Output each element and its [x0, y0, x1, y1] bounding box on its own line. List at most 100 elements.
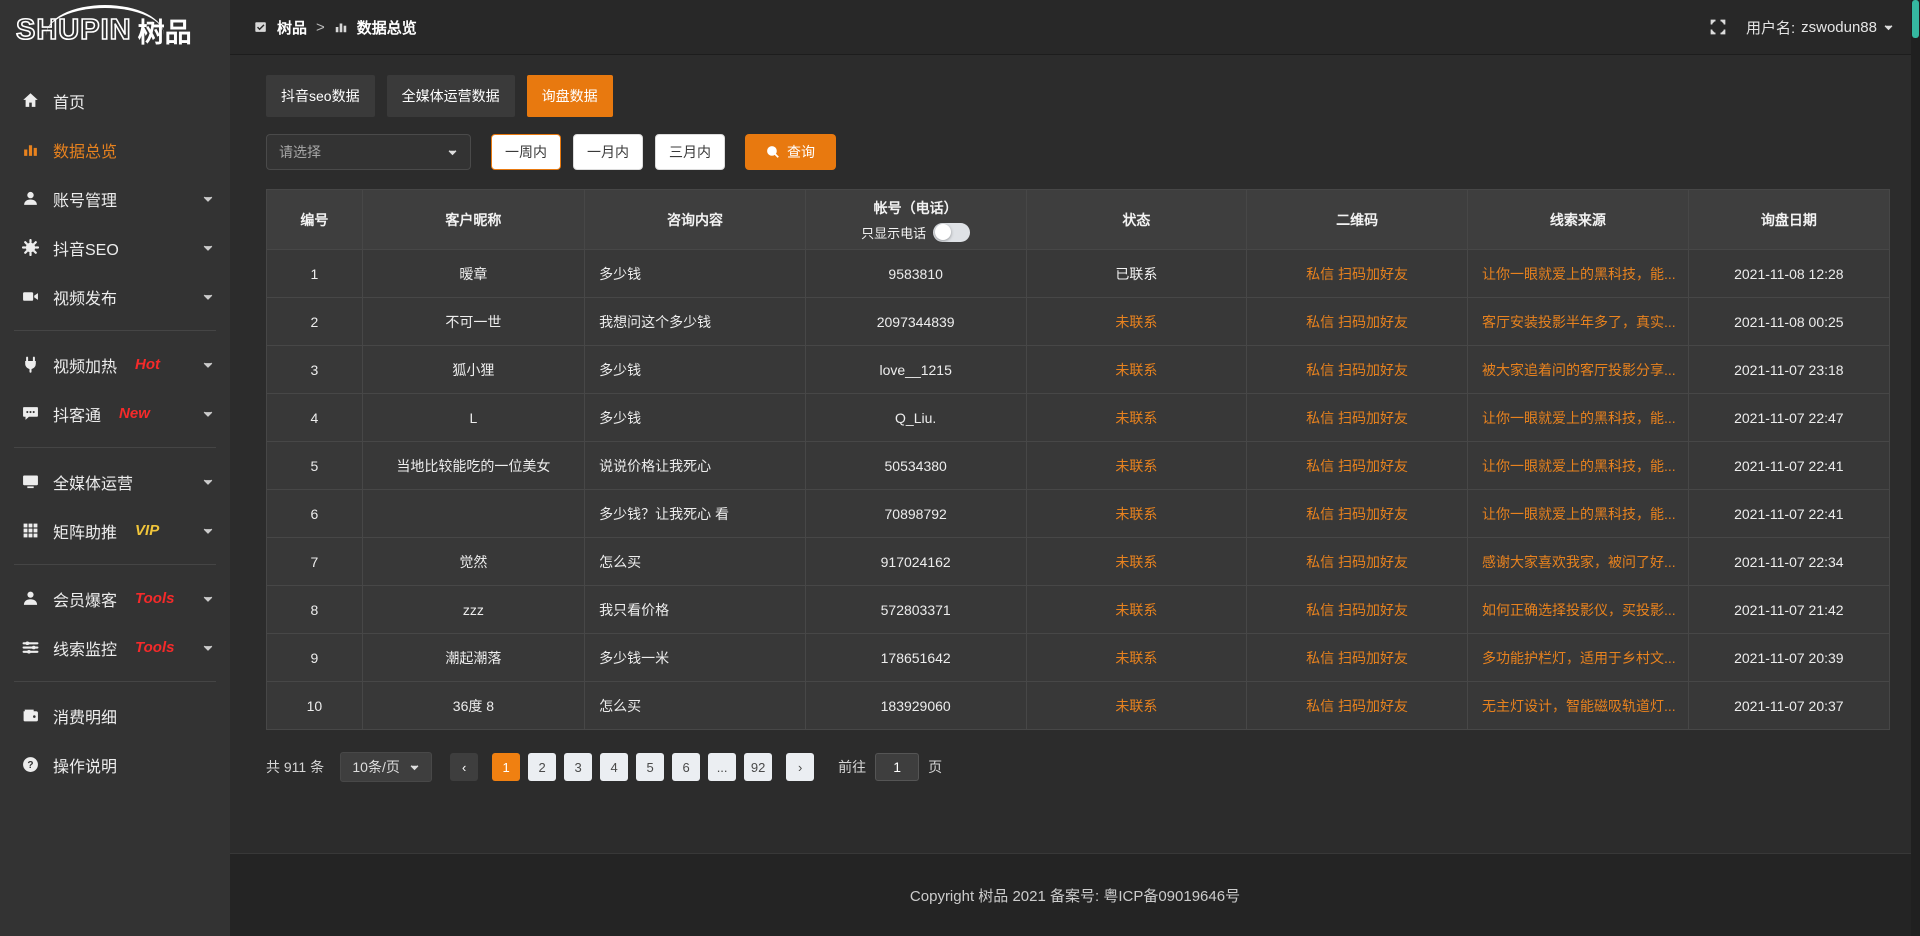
- menu-item-badge: Tools: [135, 639, 174, 656]
- goto-page-input[interactable]: [875, 753, 919, 781]
- cell-source: 多功能护栏灯，适用于乡村文...: [1467, 634, 1688, 682]
- cell-source: 让你一眼就爱上的黑科技，能...: [1467, 394, 1688, 442]
- col-header-5: 二维码: [1247, 190, 1468, 250]
- filter-select-value: 请选择: [279, 142, 321, 162]
- cell-date: 2021-11-07 22:47: [1688, 394, 1889, 442]
- sidebar-item-douyin-seo[interactable]: 抖音SEO: [0, 223, 230, 272]
- range-button-2[interactable]: 三月内: [655, 134, 725, 170]
- source-link[interactable]: 客厅安装投影半年多了，真实...: [1482, 314, 1676, 330]
- table-row: 4L多少钱Q_Liu.未联系私信 扫码加好友让你一眼就爱上的黑科技，能...20…: [267, 394, 1890, 442]
- tab-0[interactable]: 抖音seo数据: [266, 75, 375, 117]
- qrcode-link[interactable]: 私信 扫码加好友: [1306, 554, 1408, 570]
- source-link[interactable]: 无主灯设计，智能磁吸轨道灯...: [1482, 698, 1676, 714]
- page-button-1[interactable]: 1: [492, 753, 520, 781]
- qrcode-link[interactable]: 私信 扫码加好友: [1306, 506, 1408, 522]
- qrcode-link[interactable]: 私信 扫码加好友: [1306, 458, 1408, 474]
- breadcrumb-root-icon: [254, 20, 268, 34]
- source-link[interactable]: 让你一眼就爱上的黑科技，能...: [1482, 266, 1676, 282]
- chevron-down-icon: [202, 642, 214, 654]
- page-ellipsis[interactable]: ...: [708, 753, 736, 781]
- cell-nickname: 狐小狸: [362, 346, 584, 394]
- qrcode-link[interactable]: 私信 扫码加好友: [1306, 266, 1408, 282]
- cell-no: 4: [267, 394, 363, 442]
- qrcode-link[interactable]: 私信 扫码加好友: [1306, 650, 1408, 666]
- page-button-92[interactable]: 92: [744, 753, 772, 781]
- sidebar-item-media-operation[interactable]: 全媒体运营: [0, 457, 230, 506]
- cell-account: Q_Liu.: [805, 394, 1026, 442]
- cell-source: 让你一眼就爱上的黑科技，能...: [1467, 490, 1688, 538]
- cell-date: 2021-11-07 20:39: [1688, 634, 1889, 682]
- source-link[interactable]: 多功能护栏灯，适用于乡村文...: [1482, 650, 1676, 666]
- next-page-button[interactable]: ›: [786, 753, 814, 781]
- source-link[interactable]: 让你一眼就爱上的黑科技，能...: [1482, 506, 1676, 522]
- tab-2[interactable]: 询盘数据: [527, 75, 613, 117]
- breadcrumb-root[interactable]: 树品: [277, 17, 307, 38]
- range-button-1[interactable]: 一月内: [573, 134, 643, 170]
- tab-1[interactable]: 全媒体运营数据: [387, 75, 515, 117]
- fullscreen-icon[interactable]: [1710, 19, 1726, 35]
- prev-page-button[interactable]: ‹: [450, 753, 478, 781]
- person-icon: [22, 590, 39, 607]
- phone-only-toggle[interactable]: [933, 223, 970, 242]
- page-size-select[interactable]: 10条/页: [340, 752, 432, 782]
- cell-nickname: [362, 490, 584, 538]
- chevron-down-icon: [202, 408, 214, 420]
- chevron-down-icon: [409, 762, 420, 773]
- user-icon: [22, 190, 39, 207]
- source-link[interactable]: 感谢大家喜欢我家，被问了好...: [1482, 554, 1676, 570]
- cell-account: 70898792: [805, 490, 1026, 538]
- col-header-6: 线索来源: [1467, 190, 1688, 250]
- sidebar-item-video-publish[interactable]: 视频发布: [0, 272, 230, 321]
- scrollbar-thumb[interactable]: [1912, 0, 1919, 38]
- page-button-4[interactable]: 4: [600, 753, 628, 781]
- status-badge: 未联系: [1026, 442, 1247, 490]
- source-link[interactable]: 被大家追着问的客厅投影分享...: [1482, 362, 1676, 378]
- cell-account: 572803371: [805, 586, 1026, 634]
- sidebar-item-matrix-boost[interactable]: 矩阵助推VIP: [0, 506, 230, 555]
- page-button-5[interactable]: 5: [636, 753, 664, 781]
- user-dropdown[interactable]: 用户名: zswodun88: [1746, 17, 1894, 38]
- source-link[interactable]: 让你一眼就爱上的黑科技，能...: [1482, 410, 1676, 426]
- cell-qrcode: 私信 扫码加好友: [1247, 682, 1468, 730]
- cell-qrcode: 私信 扫码加好友: [1247, 538, 1468, 586]
- menu-item-label: 账号管理: [53, 187, 117, 211]
- page-button-2[interactable]: 2: [528, 753, 556, 781]
- range-button-0[interactable]: 一周内: [491, 134, 561, 170]
- breadcrumb-current: 数据总览: [357, 17, 417, 38]
- cell-nickname: 觉然: [362, 538, 584, 586]
- col-header-1: 客户昵称: [362, 190, 584, 250]
- qrcode-link[interactable]: 私信 扫码加好友: [1306, 410, 1408, 426]
- sidebar-item-doukatong[interactable]: 抖客通New: [0, 389, 230, 438]
- sidebar-item-home[interactable]: 首页: [0, 76, 230, 125]
- qrcode-link[interactable]: 私信 扫码加好友: [1306, 602, 1408, 618]
- sidebar-item-data-overview[interactable]: 数据总览: [0, 125, 230, 174]
- table-row: 2不可一世我想问这个多少钱2097344839未联系私信 扫码加好友客厅安装投影…: [267, 298, 1890, 346]
- cell-nickname: 36度 8: [362, 682, 584, 730]
- sidebar-item-consumption-detail[interactable]: 消费明细: [0, 691, 230, 740]
- chevron-down-icon: [1883, 22, 1894, 33]
- source-link[interactable]: 让你一眼就爱上的黑科技，能...: [1482, 458, 1676, 474]
- sidebar-item-member-baoke[interactable]: 会员爆客Tools: [0, 574, 230, 623]
- chevron-down-icon: [202, 476, 214, 488]
- qrcode-link[interactable]: 私信 扫码加好友: [1306, 314, 1408, 330]
- qrcode-link[interactable]: 私信 扫码加好友: [1306, 362, 1408, 378]
- col-header-account: 帐号（电话）只显示电话: [805, 190, 1026, 250]
- page-button-3[interactable]: 3: [564, 753, 592, 781]
- source-link[interactable]: 如何正确选择投影仪，买投影...: [1482, 602, 1676, 618]
- cell-account: 183929060: [805, 682, 1026, 730]
- search-icon: [766, 145, 780, 159]
- sidebar-menu: 首页数据总览账号管理抖音SEO视频发布视频加热Hot抖客通New 全媒体运营矩阵助…: [0, 76, 230, 789]
- cell-date: 2021-11-08 12:28: [1688, 250, 1889, 298]
- menu-item-label: 全媒体运营: [53, 470, 133, 494]
- status-badge: 未联系: [1026, 634, 1247, 682]
- filter-select[interactable]: 请选择: [266, 134, 471, 170]
- qrcode-link[interactable]: 私信 扫码加好友: [1306, 698, 1408, 714]
- page-button-6[interactable]: 6: [672, 753, 700, 781]
- sidebar-item-account-manage[interactable]: 账号管理: [0, 174, 230, 223]
- menu-item-badge: Tools: [135, 590, 174, 607]
- sidebar-item-operation-guide[interactable]: ?操作说明: [0, 740, 230, 789]
- sidebar-item-clue-monitor[interactable]: 线索监控Tools: [0, 623, 230, 672]
- query-button[interactable]: 查询: [745, 134, 836, 170]
- status-badge: 未联系: [1026, 586, 1247, 634]
- sidebar-item-video-heat[interactable]: 视频加热Hot: [0, 340, 230, 389]
